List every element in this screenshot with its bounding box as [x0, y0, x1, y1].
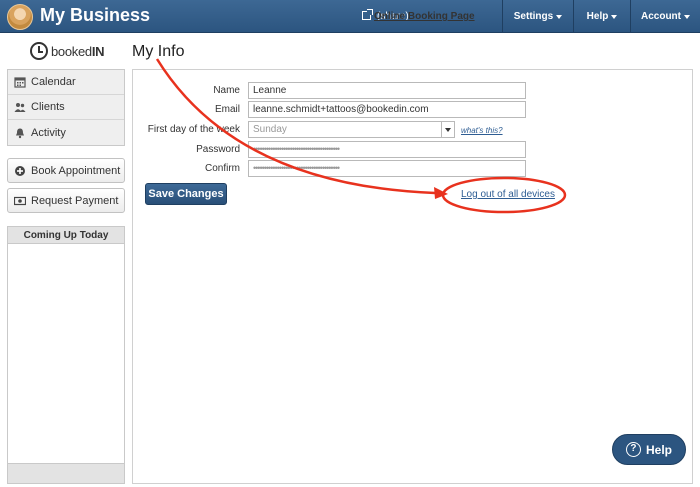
password-field[interactable]: •••••••••••••••••••••••••••••••••••••••• [248, 141, 526, 158]
clients-icon [14, 103, 26, 112]
account-menu[interactable]: Account [630, 0, 700, 33]
chevron-down-icon [441, 122, 454, 137]
sidebar-item-clients[interactable]: Clients [8, 95, 124, 120]
confirm-password-field[interactable]: •••••••••••••••••••••••••••••••••••••••• [248, 160, 526, 177]
chevron-down-icon [611, 14, 618, 19]
clock-logo-icon [30, 42, 48, 60]
online-booking-page-link[interactable]: Online Booking Page (share) [362, 9, 475, 22]
settings-menu-label: Settings [513, 11, 554, 22]
email-field[interactable]: leanne.schmidt+tattoos@bookedin.com [248, 101, 526, 118]
chevron-down-icon [556, 14, 563, 19]
online-booking-page-label: Online Booking Page [374, 11, 475, 22]
first-day-select[interactable]: Sunday [248, 121, 455, 138]
whats-this-link[interactable]: what's this? [461, 126, 503, 135]
bookedin-logo[interactable]: bookedIN [30, 40, 110, 62]
log-out-all-devices-link[interactable]: Log out of all devices [461, 189, 555, 200]
chevron-down-icon [684, 14, 690, 19]
sidebar-item-label: Activity [31, 126, 66, 139]
coming-up-today-panel: Coming Up Today [7, 226, 125, 484]
name-field[interactable]: Leanne [248, 82, 526, 99]
request-payment-label: Request Payment [31, 194, 119, 207]
money-icon [14, 196, 26, 205]
plus-circle-icon [15, 165, 25, 176]
external-link-icon [362, 9, 373, 20]
account-menu-label: Account [641, 11, 681, 22]
help-menu[interactable]: Help [573, 0, 630, 33]
top-bar: My Business Online Booking Page (share) S… [0, 0, 700, 33]
request-payment-button[interactable]: Request Payment [7, 188, 125, 213]
help-menu-label: Help [586, 11, 609, 22]
calendar-icon [14, 77, 26, 88]
name-label: Name [213, 85, 240, 96]
sidebar-item-activity[interactable]: Activity [8, 120, 124, 145]
coming-up-today-header: Coming Up Today [8, 227, 124, 244]
logo-wordmark: bookedIN [51, 43, 105, 59]
book-appointment-button[interactable]: Book Appointment [7, 158, 125, 183]
bell-icon [16, 128, 24, 138]
book-appointment-label: Book Appointment [31, 164, 121, 177]
question-icon: ? [625, 442, 641, 457]
first-day-label: First day of the week [147, 124, 240, 135]
sidebar-item-label: Clients [31, 101, 65, 113]
email-label: Email [214, 104, 240, 115]
settings-menu[interactable]: Settings [502, 0, 573, 33]
page-title: My Info [132, 43, 185, 60]
business-avatar[interactable] [7, 4, 33, 30]
help-button-label: Help [645, 442, 672, 457]
help-button[interactable]: ? Help [612, 434, 686, 465]
coming-up-today-footer [8, 463, 124, 483]
password-label: Password [196, 144, 240, 155]
first-day-value: Sunday [253, 124, 287, 135]
app-title: My Business [40, 5, 151, 25]
confirm-label: Confirm [204, 163, 240, 174]
sidebar-item-label: Calendar [31, 76, 76, 88]
save-changes-button[interactable]: Save Changes [145, 183, 227, 205]
sidebar-nav: Calendar Clients Activity [7, 69, 125, 146]
sidebar-item-calendar[interactable]: Calendar [8, 70, 124, 95]
